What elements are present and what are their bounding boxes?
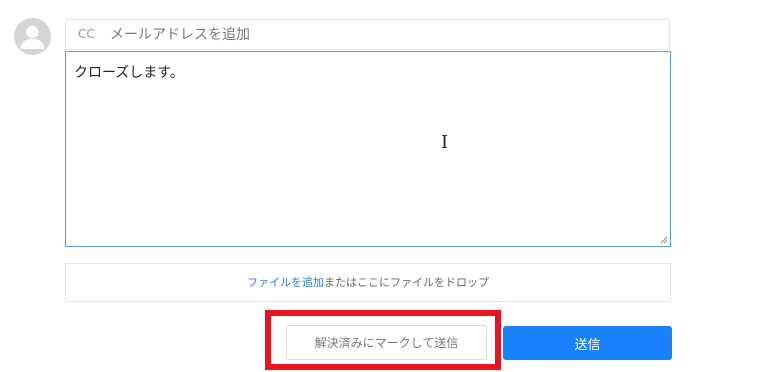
i-beam-cursor-icon: I	[441, 132, 449, 153]
user-avatar-icon	[14, 18, 51, 55]
reply-composer: CC クローズします。 I ファイルを追加またはここにファイルをドロップ 解決済…	[0, 0, 770, 372]
cc-field[interactable]: CC	[65, 19, 670, 50]
add-file-link[interactable]: ファイルを追加	[247, 276, 324, 289]
message-text: クローズします。	[74, 65, 184, 81]
send-button[interactable]: 送信	[503, 326, 672, 360]
file-drop-zone[interactable]: ファイルを追加またはここにファイルをドロップ	[65, 263, 671, 302]
cc-email-input[interactable]	[110, 23, 650, 46]
drop-hint-text: またはここにファイルをドロップ	[324, 276, 489, 289]
resize-grip-icon[interactable]	[660, 236, 668, 244]
message-textarea[interactable]: クローズします。 I	[65, 51, 671, 247]
cc-label: CC	[78, 27, 95, 41]
mark-resolved-and-send-button[interactable]: 解決済みにマークして送信	[286, 325, 487, 360]
